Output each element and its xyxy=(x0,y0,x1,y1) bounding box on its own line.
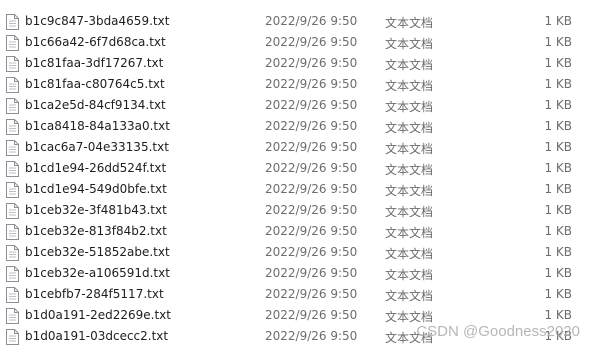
file-size: 1 KB xyxy=(544,56,572,70)
file-name: b1c9c847-3bda4659.txt xyxy=(25,14,170,28)
file-name: b1d0a191-2ed2269e.txt xyxy=(25,308,171,322)
file-type: 文本文档 xyxy=(385,205,434,219)
file-size: 1 KB xyxy=(544,119,572,133)
file-size: 1 KB xyxy=(544,203,572,217)
file-size: 1 KB xyxy=(544,287,572,301)
file-date: 2022/9/26 9:50 xyxy=(265,35,358,49)
text-file-icon xyxy=(6,14,19,30)
file-row[interactable]: b1ceb32e-813f84b2.txt 2022/9/26 9:50 文本文… xyxy=(0,221,594,242)
text-file-icon xyxy=(6,287,19,303)
file-size: 1 KB xyxy=(544,14,572,28)
text-file-icon xyxy=(6,35,19,51)
file-name: b1ceb32e-51852abe.txt xyxy=(25,245,170,259)
file-date: 2022/9/26 9:50 xyxy=(265,182,358,196)
file-name: b1cd1e94-26dd524f.txt xyxy=(25,161,167,175)
file-row[interactable]: b1cd1e94-26dd524f.txt 2022/9/26 9:50 文本文… xyxy=(0,158,594,179)
file-type: 文本文档 xyxy=(385,247,434,261)
file-type: 文本文档 xyxy=(385,289,434,303)
file-name: b1ceb32e-3f481b43.txt xyxy=(25,203,167,217)
file-name: b1cac6a7-04e33135.txt xyxy=(25,140,169,154)
text-file-icon xyxy=(6,56,19,72)
file-name: b1c81faa-c80764c5.txt xyxy=(25,77,165,91)
file-row[interactable]: b1c9c847-3bda4659.txt 2022/9/26 9:50 文本文… xyxy=(0,11,594,32)
file-size: 1 KB xyxy=(544,224,572,238)
file-date: 2022/9/26 9:50 xyxy=(265,119,358,133)
text-file-icon xyxy=(6,224,19,240)
file-date: 2022/9/26 9:50 xyxy=(265,140,358,154)
text-file-icon xyxy=(6,182,19,198)
file-type: 文本文档 xyxy=(385,142,434,156)
file-name: b1cebfb7-284f5117.txt xyxy=(25,287,164,301)
file-type: 文本文档 xyxy=(385,268,434,282)
watermark-text: CSDN @Goodness2020 xyxy=(416,323,580,340)
file-size: 1 KB xyxy=(544,161,572,175)
text-file-icon xyxy=(6,329,19,345)
file-date: 2022/9/26 9:50 xyxy=(265,14,358,28)
file-date: 2022/9/26 9:50 xyxy=(265,77,358,91)
file-date: 2022/9/26 9:50 xyxy=(265,56,358,70)
file-row[interactable]: b1cd1e94-549d0bfe.txt 2022/9/26 9:50 文本文… xyxy=(0,179,594,200)
file-date: 2022/9/26 9:50 xyxy=(265,161,358,175)
file-type: 文本文档 xyxy=(385,163,434,177)
file-type: 文本文档 xyxy=(385,79,434,93)
file-size: 1 KB xyxy=(544,77,572,91)
text-file-icon xyxy=(6,266,19,282)
file-type: 文本文档 xyxy=(385,58,434,72)
file-name: b1cd1e94-549d0bfe.txt xyxy=(25,182,167,196)
file-row[interactable]: b1ceb32e-3f481b43.txt 2022/9/26 9:50 文本文… xyxy=(0,200,594,221)
file-date: 2022/9/26 9:50 xyxy=(265,308,358,322)
file-date: 2022/9/26 9:50 xyxy=(265,203,358,217)
file-type: 文本文档 xyxy=(385,226,434,240)
file-type: 文本文档 xyxy=(385,121,434,135)
text-file-icon xyxy=(6,308,19,324)
text-file-icon xyxy=(6,77,19,93)
file-size: 1 KB xyxy=(544,182,572,196)
file-name: b1c66a42-6f7d68ca.txt xyxy=(25,35,166,49)
file-name: b1ceb32e-a106591d.txt xyxy=(25,266,170,280)
file-date: 2022/9/26 9:50 xyxy=(265,266,358,280)
file-name: b1ca2e5d-84cf9134.txt xyxy=(25,98,166,112)
file-row[interactable]: b1ca8418-84a133a0.txt 2022/9/26 9:50 文本文… xyxy=(0,116,594,137)
file-row[interactable]: b1ceb32e-51852abe.txt 2022/9/26 9:50 文本文… xyxy=(0,242,594,263)
file-size: 1 KB xyxy=(544,245,572,259)
text-file-icon xyxy=(6,119,19,135)
file-row[interactable]: b1ca2e5d-84cf9134.txt 2022/9/26 9:50 文本文… xyxy=(0,95,594,116)
text-file-icon xyxy=(6,98,19,114)
text-file-icon xyxy=(6,140,19,156)
file-name: b1ceb32e-813f84b2.txt xyxy=(25,224,167,238)
file-date: 2022/9/26 9:50 xyxy=(265,287,358,301)
file-name: b1c81faa-3df17267.txt xyxy=(25,56,164,70)
file-date: 2022/9/26 9:50 xyxy=(265,329,358,343)
file-type: 文本文档 xyxy=(385,16,434,30)
file-row[interactable]: b1cac6a7-04e33135.txt 2022/9/26 9:50 文本文… xyxy=(0,137,594,158)
file-date: 2022/9/26 9:50 xyxy=(265,245,358,259)
file-size: 1 KB xyxy=(544,98,572,112)
text-file-icon xyxy=(6,161,19,177)
file-size: 1 KB xyxy=(544,140,572,154)
file-row[interactable]: b1cebfb7-284f5117.txt 2022/9/26 9:50 文本文… xyxy=(0,284,594,305)
file-date: 2022/9/26 9:50 xyxy=(265,224,358,238)
text-file-icon xyxy=(6,203,19,219)
file-type: 文本文档 xyxy=(385,100,434,114)
file-row[interactable]: b1c81faa-c80764c5.txt 2022/9/26 9:50 文本文… xyxy=(0,74,594,95)
file-size: 1 KB xyxy=(544,308,572,322)
file-row[interactable]: b1c81faa-3df17267.txt 2022/9/26 9:50 文本文… xyxy=(0,53,594,74)
text-file-icon xyxy=(6,245,19,261)
file-date: 2022/9/26 9:50 xyxy=(265,98,358,112)
file-row[interactable]: b1c66a42-6f7d68ca.txt 2022/9/26 9:50 文本文… xyxy=(0,32,594,53)
file-type: 文本文档 xyxy=(385,184,434,198)
file-name: b1d0a191-03dcecc2.txt xyxy=(25,329,169,343)
file-name: b1ca8418-84a133a0.txt xyxy=(25,119,170,133)
file-size: 1 KB xyxy=(544,266,572,280)
file-row[interactable]: b1ceb32e-a106591d.txt 2022/9/26 9:50 文本文… xyxy=(0,263,594,284)
file-size: 1 KB xyxy=(544,35,572,49)
file-type: 文本文档 xyxy=(385,37,434,51)
file-list: b1c9c847-3bda4659.txt 2022/9/26 9:50 文本文… xyxy=(0,0,594,348)
